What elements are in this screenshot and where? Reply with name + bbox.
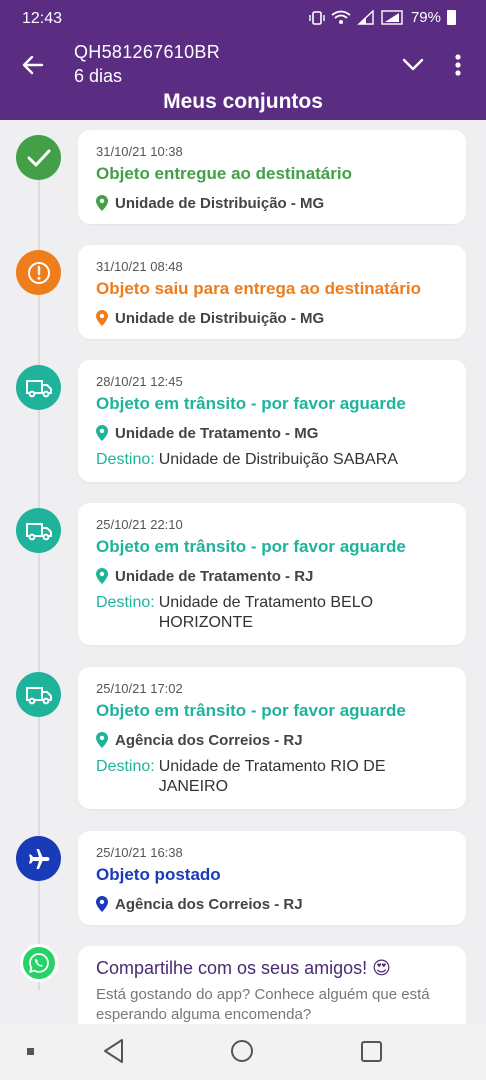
tracking-event-card: 25/10/21 16:38 Objeto postado Agência do… (78, 831, 466, 925)
event-destination: Destino: Unidade de Tratamento BELO HORI… (96, 593, 448, 633)
page-title: Meus conjuntos (163, 90, 323, 113)
delivered-status-icon (16, 135, 61, 180)
destination-value: Unidade de Tratamento BELO HORIZONTE (158, 594, 374, 631)
event-location-label: Agência dos Correios - RJ (115, 731, 303, 749)
chevron-down-icon (402, 58, 424, 71)
event-location-label: Unidade de Tratamento - MG (115, 424, 319, 442)
system-nav-bar (0, 1024, 486, 1080)
event-status: Objeto postado (96, 865, 221, 884)
location-pin-icon (96, 732, 108, 748)
event-destination: Destino: Unidade de Distribuição SABARA (96, 450, 448, 470)
event-status: Objeto em trânsito - por favor aguarde (96, 394, 406, 413)
event-date: 25/10/21 16:38 (96, 845, 183, 860)
location-pin-icon (96, 310, 108, 326)
destination-label: Destino: (96, 451, 155, 468)
nav-back-icon[interactable] (102, 1038, 126, 1064)
destination-value: Unidade de Distribuição SABARA (158, 451, 398, 468)
days-counter: 6 dias (74, 66, 123, 86)
event-location-label: Agência dos Correios - RJ (115, 895, 303, 913)
tracking-event-card: 25/10/21 17:02 Objeto em trânsito - por … (78, 667, 466, 809)
check-icon (27, 149, 50, 166)
share-title: Compartilhe com os seus amigos! 😍 (96, 958, 391, 978)
whatsapp-share-icon-button[interactable] (20, 944, 58, 982)
event-date: 28/10/21 12:45 (96, 374, 183, 389)
vibrate-icon (309, 10, 325, 25)
out-for-delivery-status-icon (16, 250, 61, 295)
event-location: Unidade de Tratamento - MG (96, 422, 448, 444)
truck-icon (25, 522, 52, 540)
event-location: Unidade de Distribuição - MG (96, 307, 448, 329)
in-transit-status-icon (16, 508, 61, 553)
event-status: Objeto entregue ao destinatário (96, 164, 352, 183)
event-location: Unidade de Tratamento - RJ (96, 565, 448, 587)
signal-1-icon (357, 10, 374, 25)
event-date: 31/10/21 10:38 (96, 144, 183, 159)
back-button[interactable] (16, 50, 50, 80)
event-location: Unidade de Distribuição - MG (96, 192, 448, 214)
alert-icon (27, 261, 50, 284)
airplane-icon (28, 848, 49, 869)
battery-icon (447, 10, 456, 25)
event-status: Objeto em trânsito - por favor aguarde (96, 701, 406, 720)
share-text: Está gostando do app? Conhece alguém que… (96, 986, 430, 1023)
truck-icon (25, 379, 52, 397)
app-bar: QH581267610BR 6 dias Meus conjuntos (0, 38, 486, 120)
event-location-label: Unidade de Distribuição - MG (115, 309, 325, 327)
whatsapp-icon (29, 953, 49, 973)
location-pin-icon (96, 896, 108, 912)
location-pin-icon (96, 195, 108, 211)
destination-label: Destino: (96, 758, 155, 775)
location-pin-icon (96, 568, 108, 584)
event-date: 25/10/21 17:02 (96, 681, 183, 696)
more-options-button[interactable] (446, 50, 470, 80)
battery-percentage: 79% (410, 9, 441, 26)
status-time: 12:43 (22, 10, 63, 27)
expand-button[interactable] (398, 52, 428, 78)
tracking-code: QH581267610BR (74, 42, 221, 62)
nav-indicator-icon (27, 1048, 34, 1055)
event-location: Agência dos Correios - RJ (96, 893, 448, 915)
nav-home-icon[interactable] (231, 1040, 253, 1062)
event-location-label: Unidade de Tratamento - RJ (115, 567, 314, 585)
signal-2-icon (381, 10, 403, 25)
in-transit-status-icon (16, 672, 61, 717)
destination-value: Unidade de Tratamento RIO DE JANEIRO (158, 758, 386, 795)
more-vert-icon (455, 54, 461, 76)
location-pin-icon (96, 425, 108, 441)
tracking-event-card: 28/10/21 12:45 Objeto em trânsito - por … (78, 360, 466, 482)
wifi-icon (331, 10, 351, 24)
event-location: Agência dos Correios - RJ (96, 729, 448, 751)
destination-label: Destino: (96, 594, 155, 611)
event-location-label: Unidade de Distribuição - MG (115, 194, 325, 212)
event-status: Objeto saiu para entrega ao destinatário (96, 279, 421, 298)
status-icons: 79% (309, 9, 456, 26)
event-date: 25/10/21 22:10 (96, 517, 183, 532)
tracking-event-card: 25/10/21 22:10 Objeto em trânsito - por … (78, 503, 466, 645)
nav-recents-icon[interactable] (361, 1041, 382, 1062)
event-status: Objeto em trânsito - por favor aguarde (96, 537, 406, 556)
event-date: 31/10/21 08:48 (96, 259, 183, 274)
tracking-event-card: 31/10/21 10:38 Objeto entregue ao destin… (78, 130, 466, 224)
status-bar: 12:43 79% (0, 0, 486, 38)
event-destination: Destino: Unidade de Tratamento RIO DE JA… (96, 757, 448, 797)
truck-icon (25, 686, 52, 704)
tracking-event-card: 31/10/21 08:48 Objeto saiu para entrega … (78, 245, 466, 339)
in-transit-status-icon (16, 365, 61, 410)
posted-status-icon (16, 836, 61, 881)
arrow-left-icon (22, 55, 44, 75)
